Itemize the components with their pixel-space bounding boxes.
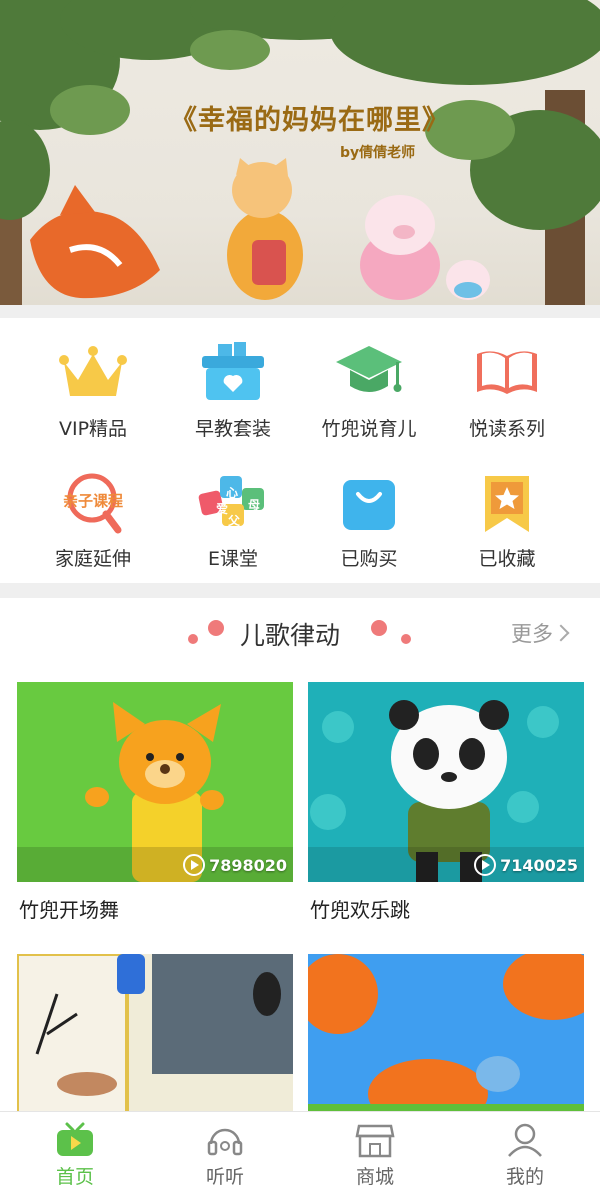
gift-basket-icon <box>202 342 264 400</box>
tab-listen[interactable]: 听听 <box>150 1112 300 1193</box>
banner-subtitle: by倩倩老师 <box>340 145 416 161</box>
menu-item-label: 家庭延伸 <box>54 548 131 570</box>
banner-title: 《幸福的妈妈在哪里》 <box>170 105 450 136</box>
play-count-value: 7140025 <box>500 855 578 875</box>
tab-home[interactable]: 首页 <box>0 1112 150 1193</box>
tv-icon <box>57 1122 93 1156</box>
video-thumbnail <box>308 954 584 1111</box>
play-count-value: 7898020 <box>209 855 287 875</box>
store-icon <box>355 1124 395 1158</box>
decor-dot <box>371 620 387 636</box>
play-count: 7140025 <box>474 854 578 876</box>
tab-label: 我的 <box>505 1166 544 1188</box>
decor-dot <box>188 634 198 644</box>
video-title: 竹兜欢乐跳 <box>310 898 410 922</box>
menu-item-reading[interactable]: 悦读系列 <box>432 318 582 440</box>
video-card[interactable] <box>17 954 293 1111</box>
letter-card-text: 母 <box>247 498 260 512</box>
tab-label: 首页 <box>55 1166 94 1188</box>
more-label: 更多 <box>511 622 553 646</box>
menu-item-e-class[interactable]: 爱 心 父 母 E课堂 <box>158 448 308 570</box>
video-thumbnail: 7140025 <box>308 682 584 882</box>
crown-icon <box>59 346 127 396</box>
tab-label: 商城 <box>355 1166 394 1188</box>
menu-item-vip[interactable]: VIP精品 <box>18 318 168 440</box>
fox-character-thumbnail <box>17 682 293 882</box>
video-card[interactable] <box>308 954 584 1111</box>
tab-mine[interactable]: 我的 <box>450 1112 600 1193</box>
play-icon <box>183 854 206 876</box>
tab-store[interactable]: 商城 <box>300 1112 450 1193</box>
video-thumbnail <box>17 954 293 1111</box>
menu-item-label: VIP精品 <box>58 418 128 440</box>
banner-illustration <box>0 0 600 305</box>
video-card[interactable]: 7898020 竹兜开场舞 <box>17 682 293 932</box>
menu-item-label: 早教套装 <box>194 418 271 440</box>
video-thumbnail: 7898020 <box>17 682 293 882</box>
menu-item-early-education[interactable]: 早教套装 <box>158 318 308 440</box>
play-count: 7898020 <box>183 854 287 876</box>
category-grid: VIP精品 早教套装 竹兜说育儿 悦读系列 亲子课程 家庭延伸 爱 心 父 母 … <box>0 318 600 583</box>
more-link[interactable]: 更多 <box>511 618 570 648</box>
video-title: 竹兜开场舞 <box>19 898 119 922</box>
menu-item-parenting[interactable]: 竹兜说育儿 <box>294 318 444 440</box>
bookmark-star-icon <box>485 476 529 532</box>
section-header: 儿歌律动 更多 <box>0 598 600 668</box>
menu-item-label: 已购买 <box>340 548 398 570</box>
video-card[interactable]: 7140025 竹兜欢乐跳 <box>308 682 584 932</box>
sketch-thumbnail <box>17 954 293 1111</box>
magnifier-icon-text: 亲子课程 <box>62 492 123 510</box>
menu-item-label: 悦读系列 <box>468 418 545 440</box>
panda-character-thumbnail <box>308 682 584 882</box>
letter-card-text: 心 <box>225 486 238 500</box>
user-icon <box>508 1123 542 1157</box>
divider <box>0 583 600 598</box>
graduation-cap-icon <box>336 346 402 392</box>
headphone-music-icon <box>207 1128 243 1156</box>
decor-dot <box>208 620 224 636</box>
bottom-tab-bar: 首页 听听 商城 我的 <box>0 1111 600 1193</box>
top-banner[interactable]: 《幸福的妈妈在哪里》 by倩倩老师 <box>0 0 600 305</box>
chevron-right-icon <box>552 624 570 642</box>
menu-item-family-extension[interactable]: 亲子课程 家庭延伸 <box>18 448 168 570</box>
menu-item-favorites[interactable]: 已收藏 <box>432 448 582 570</box>
menu-item-purchased[interactable]: 已购买 <box>294 448 444 570</box>
divider <box>0 305 600 318</box>
tab-label: 听听 <box>205 1166 244 1188</box>
open-book-icon <box>477 351 537 394</box>
letter-card-text: 父 <box>227 514 240 528</box>
menu-item-label: 竹兜说育儿 <box>321 418 417 440</box>
shopping-bag-icon <box>343 480 395 530</box>
menu-item-label: E课堂 <box>207 548 258 570</box>
hippo-thumbnail <box>308 954 584 1111</box>
decor-dot <box>401 634 411 644</box>
menu-item-label: 已收藏 <box>478 548 536 570</box>
play-icon <box>474 854 497 876</box>
section-title: 儿歌律动 <box>240 621 341 650</box>
